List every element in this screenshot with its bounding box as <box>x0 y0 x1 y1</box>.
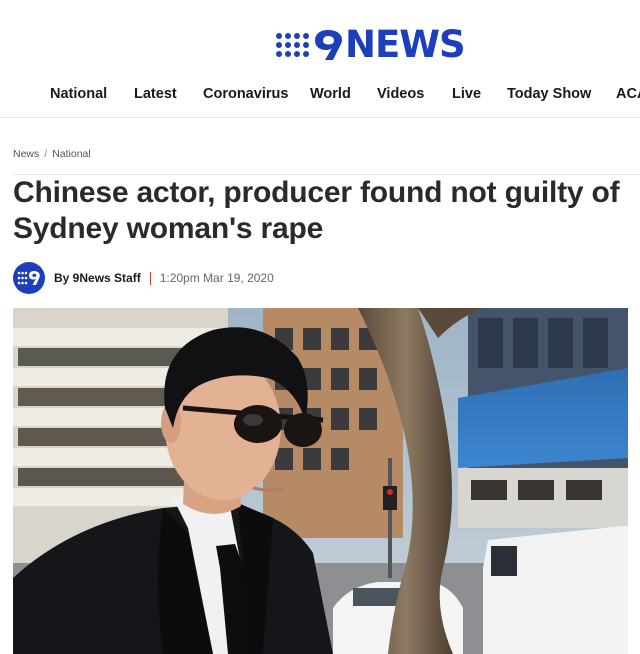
nine-glyph-icon <box>315 30 342 60</box>
nav-item-videos[interactable]: Videos <box>377 86 424 102</box>
breadcrumb-news[interactable]: News <box>13 148 39 160</box>
article-photo-image[interactable] <box>13 308 628 654</box>
site-header: NEWS National Latest Coronavirus World V… <box>0 0 640 118</box>
nav-item-coronavirus[interactable]: Coronavirus <box>203 86 288 102</box>
byline-separator <box>149 271 151 285</box>
nav-item-today-show[interactable]: Today Show <box>507 86 591 102</box>
avatar-logo-mark <box>17 271 40 285</box>
nine-dots-logo-icon <box>276 33 309 57</box>
breadcrumb-national[interactable]: National <box>52 148 91 160</box>
nav-item-live[interactable]: Live <box>452 86 481 102</box>
article-byline: By 9News Staff 1:20pm Mar 19, 2020 <box>13 262 274 294</box>
breadcrumb-separator: / <box>44 148 48 160</box>
article-photo-illustration <box>13 308 628 654</box>
publish-timestamp: 1:20pm Mar 19, 2020 <box>159 271 274 285</box>
nav-item-world[interactable]: World <box>310 86 351 102</box>
nav-item-national[interactable]: National <box>50 86 107 102</box>
nav-item-aca[interactable]: ACA <box>616 86 640 102</box>
9news-avatar-icon[interactable] <box>13 262 45 294</box>
article-title: Chinese actor, producer found not guilty… <box>13 176 620 245</box>
author-name[interactable]: By 9News Staff <box>54 271 141 285</box>
breadcrumb: News / National <box>13 148 91 160</box>
main-nav: National Latest Coronavirus World Videos… <box>0 86 640 110</box>
site-logo[interactable]: NEWS <box>276 23 466 66</box>
nav-item-latest[interactable]: Latest <box>134 86 177 102</box>
logo-wordmark: NEWS <box>345 23 466 66</box>
